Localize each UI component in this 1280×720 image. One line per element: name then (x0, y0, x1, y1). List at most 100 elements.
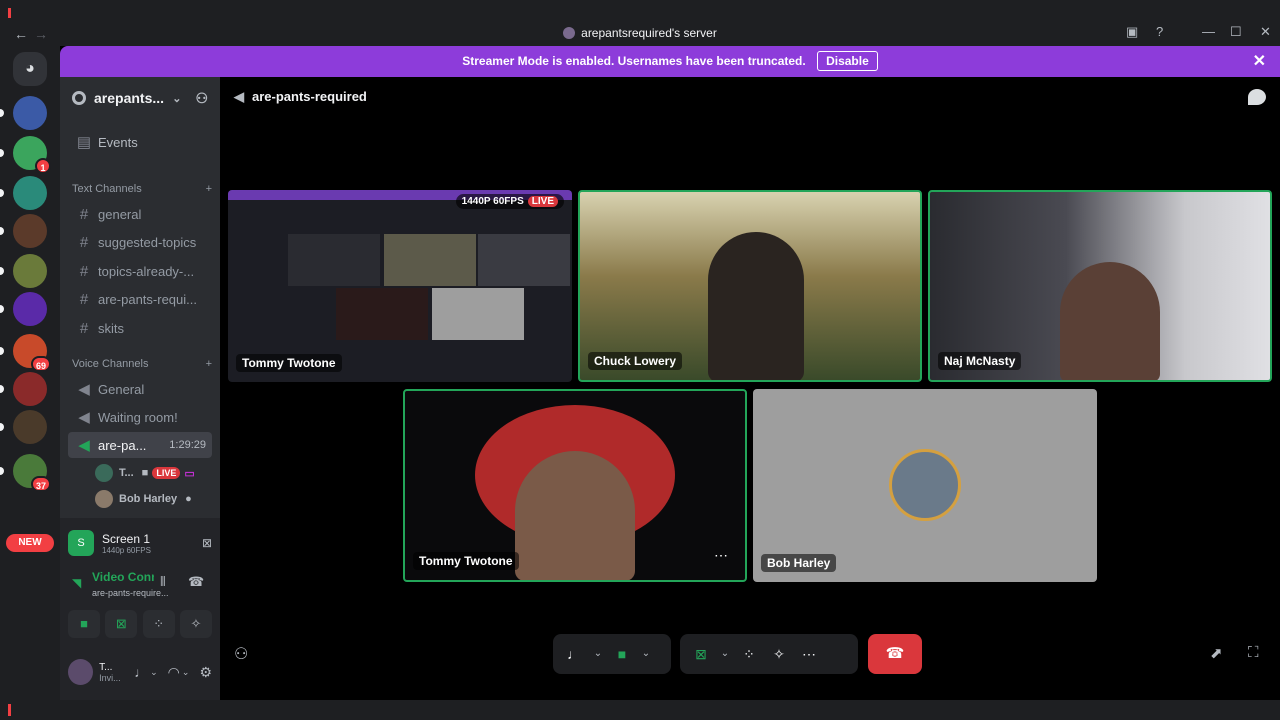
server-icon[interactable]: 37 (0, 454, 51, 492)
mic-options-chevron-icon[interactable]: ⌄ (589, 639, 607, 669)
activities-button[interactable]: ⁘ (142, 610, 175, 638)
voice-channel-active[interactable]: ◀ are-pa... 1:29:29 (68, 432, 212, 458)
user-avatar[interactable] (68, 659, 94, 685)
unread-indicator (0, 385, 4, 393)
voice-connected-label[interactable]: Video Connected (92, 570, 154, 584)
text-channel-item[interactable]: # general (68, 201, 212, 227)
inbox-icon[interactable]: ▣ (1126, 24, 1138, 40)
server-icon[interactable] (0, 254, 47, 288)
chevron-down-icon: ⌄ (172, 92, 182, 105)
discord-home-icon[interactable]: ◕ (13, 52, 47, 86)
noise-suppression-icon[interactable]: ⦀ (160, 574, 166, 590)
video-tile-bob[interactable]: Bob Harley (753, 389, 1097, 582)
voice-channel-link[interactable]: are-pants-require... (92, 588, 169, 598)
stream-quality-label: 1440P 60FPS (461, 196, 524, 207)
more-options-icon[interactable]: ⋯ (794, 639, 824, 669)
voice-channels-header[interactable]: Voice Channels + (72, 358, 212, 370)
close-banner-icon[interactable]: ✕ (1253, 46, 1266, 77)
popout-icon[interactable]: ⬈ (1210, 644, 1223, 662)
microphone-button[interactable]: ♩ (559, 639, 589, 669)
voice-member-bob[interactable]: Bob Harley ● (95, 488, 212, 510)
chevron-down-icon[interactable]: ⌄ (150, 667, 158, 678)
server-icon[interactable] (0, 372, 47, 406)
camera-button[interactable]: ■ (68, 610, 100, 638)
text-channel-item[interactable]: # topics-already-... (68, 258, 212, 284)
user-name-block[interactable]: T... Invi... (99, 662, 124, 683)
disable-streamer-button[interactable]: Disable (817, 51, 878, 71)
chat-icon[interactable] (1248, 89, 1266, 105)
headphones-icon[interactable]: ◠ (168, 664, 180, 681)
voice-stage: ◀ are-pants-required 1440P 60FPS LIVE Tomm… (220, 77, 1280, 700)
text-channel-item[interactable]: # suggested-topics (68, 230, 212, 256)
hash-icon: # (79, 319, 89, 337)
camera-button[interactable]: ■ (607, 639, 637, 669)
participant-name: Bob Harley (761, 554, 837, 572)
share-options-chevron-icon[interactable]: ⌄ (716, 639, 734, 669)
screen-share-button[interactable]: ⊠ (105, 610, 138, 638)
stream-preview-tile (432, 288, 524, 340)
events-item[interactable]: ▤ Events (68, 129, 212, 155)
maximize-icon[interactable]: ☐ (1230, 24, 1242, 40)
voice-channel-label: General (98, 381, 145, 397)
stream-tile[interactable]: 1440P 60FPS LIVE Tommy Twotone (228, 190, 572, 382)
stream-quality-badge: 1440P 60FPS LIVE (455, 194, 564, 209)
screen-share-button[interactable]: ⊠ (686, 639, 716, 669)
voice-member-tommy[interactable]: T... ■ LIVE ▭ (95, 462, 212, 484)
server-icon[interactable] (0, 176, 47, 210)
recording-indicator (8, 8, 11, 18)
server-icon[interactable] (0, 96, 47, 130)
voice-panel: S Screen 1 1440p 60FPS ⊠ ◥ Video Connect… (60, 518, 220, 700)
server-icon (563, 27, 576, 39)
camera-options-chevron-icon[interactable]: ⌄ (637, 639, 655, 669)
screen-share-card[interactable]: S Screen 1 1440p 60FPS ⊠ (68, 526, 212, 560)
invite-icon[interactable]: ⚇ (195, 90, 208, 107)
voice-channel-waiting-room[interactable]: ◀ Waiting room! (68, 404, 212, 430)
add-people-icon[interactable]: ⚇ (234, 644, 248, 664)
stop-stream-icon[interactable]: ⊠ (202, 536, 212, 550)
status-bar (0, 700, 1280, 720)
add-voice-channel-icon[interactable]: + (206, 358, 212, 370)
channel-header: ◀ are-pants-required (234, 89, 367, 105)
participant-name: Tommy Twotone (413, 552, 519, 570)
soundboard-button[interactable]: ✧ (764, 639, 794, 669)
share-group: ⊠ ⌄ ⁘ ✧ ⋯ (680, 634, 858, 674)
voice-channel-general[interactable]: ◀ General (68, 376, 212, 402)
server-header[interactable]: arepants... ⌄ ⚇ (60, 77, 220, 119)
text-channels-header[interactable]: Text Channels + (72, 183, 212, 195)
text-channel-label: skits (98, 320, 124, 336)
server-icon[interactable]: 1 (0, 136, 51, 174)
end-call-button[interactable]: ☎ (868, 634, 922, 674)
more-options-icon[interactable]: ⋯ (709, 548, 733, 568)
video-tile-chuck[interactable]: Chuck Lowery (578, 190, 922, 382)
avatar (95, 490, 113, 508)
events-label: Events (98, 134, 138, 150)
mic-icon[interactable]: ♩ (134, 664, 148, 680)
server-icon[interactable]: 69 (0, 334, 51, 372)
text-channel-item[interactable]: # skits (68, 315, 212, 341)
disconnect-icon[interactable]: ☎ (188, 574, 204, 590)
server-icon[interactable] (0, 410, 47, 444)
member-name: Bob Harley (119, 493, 178, 505)
server-icon[interactable] (0, 292, 47, 326)
settings-icon[interactable]: ⚙ (199, 664, 212, 681)
minimize-icon[interactable]: — (1202, 24, 1215, 39)
user-name: T... (99, 661, 113, 673)
help-icon[interactable]: ? (1156, 24, 1163, 39)
new-badge[interactable]: NEW (6, 534, 54, 552)
video-tile-naj[interactable]: Naj McNasty (928, 190, 1272, 382)
chevron-down-icon[interactable]: ⌄ (182, 667, 190, 678)
activities-button[interactable]: ⁘ (734, 639, 764, 669)
text-channels-label: Text Channels (72, 183, 142, 195)
unread-indicator (0, 347, 4, 355)
speaker-icon: ◀ (78, 437, 90, 454)
voice-channel-label: Waiting room! (98, 409, 178, 425)
soundboard-button[interactable]: ✧ (179, 610, 212, 638)
channel-name: are-pants-required (252, 89, 367, 104)
fullscreen-icon[interactable]: ⛶ (1248, 644, 1259, 661)
text-channel-item[interactable]: # are-pants-requi... (68, 287, 212, 313)
close-window-icon[interactable]: ✕ (1260, 24, 1271, 40)
video-tile-tommy[interactable]: Tommy Twotone ⋯ (403, 389, 747, 582)
hash-icon: # (79, 262, 89, 280)
server-icon[interactable] (0, 214, 47, 248)
add-text-channel-icon[interactable]: + (206, 183, 212, 195)
